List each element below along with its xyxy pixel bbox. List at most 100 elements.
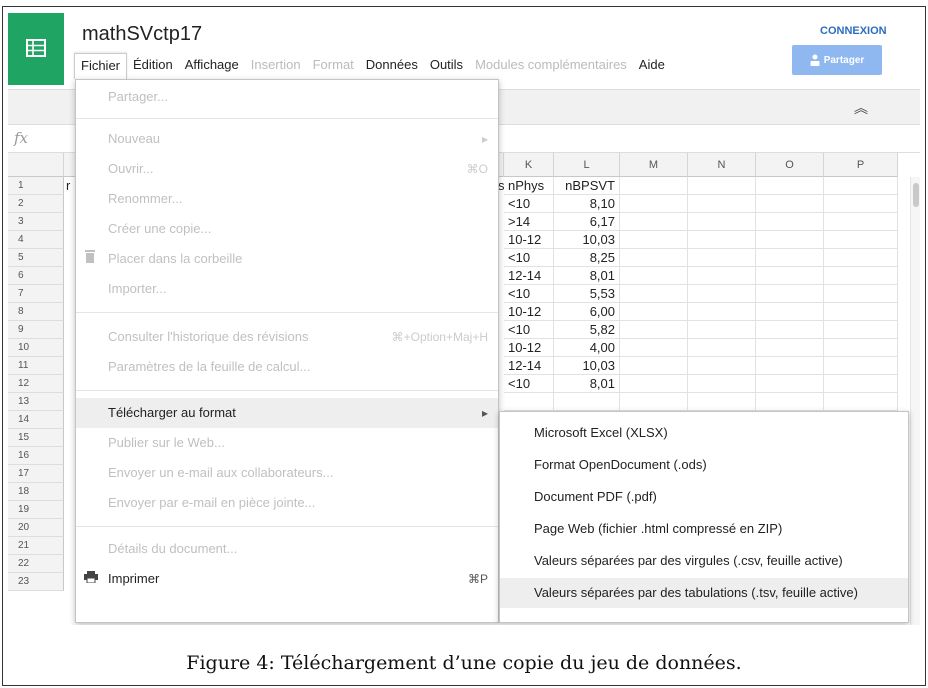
grid-cell[interactable]: 8,01: [554, 267, 620, 285]
row-header[interactable]: 7: [8, 285, 64, 303]
grid-cell[interactable]: [824, 213, 898, 231]
grid-cell[interactable]: [688, 249, 756, 267]
grid-cell[interactable]: [756, 213, 824, 231]
row-header[interactable]: 10: [8, 339, 64, 357]
grid-cell[interactable]: 6,00: [554, 303, 620, 321]
grid-cell[interactable]: [756, 393, 824, 411]
grid-cell[interactable]: nPhys: [504, 177, 554, 195]
grid-cell[interactable]: [824, 357, 898, 375]
grid-cell[interactable]: [824, 231, 898, 249]
grid-cell[interactable]: [688, 375, 756, 393]
menu-item-print[interactable]: Imprimer ⌘P: [76, 564, 498, 594]
menu-insertion[interactable]: Insertion: [245, 53, 307, 79]
grid-cell[interactable]: 10-12: [504, 231, 554, 249]
grid-cell[interactable]: [756, 375, 824, 393]
row-header[interactable]: 9: [8, 321, 64, 339]
grid-cell[interactable]: >14: [504, 213, 554, 231]
grid-cell[interactable]: [824, 303, 898, 321]
grid-cell[interactable]: [620, 213, 688, 231]
row-header[interactable]: 6: [8, 267, 64, 285]
row-header[interactable]: 19: [8, 501, 64, 519]
grid-cell[interactable]: [554, 393, 620, 411]
row-header[interactable]: 20: [8, 519, 64, 537]
grid-cell[interactable]: [756, 339, 824, 357]
menu-affichage[interactable]: Affichage: [179, 53, 245, 79]
row-header[interactable]: 3: [8, 213, 64, 231]
grid-cell[interactable]: <10: [504, 375, 554, 393]
row-header[interactable]: 5: [8, 249, 64, 267]
column-header-m[interactable]: M: [620, 153, 688, 177]
menu-item-copy[interactable]: Créer une copie...: [76, 214, 498, 244]
row-header[interactable]: 14: [8, 411, 64, 429]
column-header-o[interactable]: O: [756, 153, 824, 177]
grid-cell[interactable]: 10,03: [554, 357, 620, 375]
grid-cell[interactable]: [756, 357, 824, 375]
grid-cell[interactable]: [688, 339, 756, 357]
grid-cell[interactable]: <10: [504, 321, 554, 339]
grid-cell[interactable]: [620, 357, 688, 375]
row-header[interactable]: 11: [8, 357, 64, 375]
menu-item-email-attachment[interactable]: Envoyer par e-mail en pièce jointe...: [76, 488, 498, 518]
menu-fichier[interactable]: Fichier: [74, 53, 128, 79]
menu-donnees[interactable]: Données: [360, 53, 424, 79]
select-all-corner[interactable]: [8, 153, 64, 177]
grid-cell[interactable]: <10: [504, 195, 554, 213]
menu-item-import[interactable]: Importer...: [76, 274, 498, 304]
download-xlsx[interactable]: Microsoft Excel (XLSX): [500, 418, 908, 448]
grid-cell[interactable]: [688, 303, 756, 321]
grid-cell[interactable]: [688, 231, 756, 249]
row-header[interactable]: 17: [8, 465, 64, 483]
grid-cell[interactable]: [620, 393, 688, 411]
grid-cell[interactable]: [620, 177, 688, 195]
grid-cell[interactable]: [756, 231, 824, 249]
grid-cell[interactable]: [688, 267, 756, 285]
column-header-n[interactable]: N: [688, 153, 756, 177]
menu-item-email-collaborators[interactable]: Envoyer un e-mail aux collaborateurs...: [76, 458, 498, 488]
collapse-icon[interactable]: ︽: [854, 98, 868, 118]
scrollbar-thumb[interactable]: [913, 183, 919, 207]
grid-cell[interactable]: 12-14: [504, 267, 554, 285]
row-header[interactable]: 12: [8, 375, 64, 393]
row-header[interactable]: 8: [8, 303, 64, 321]
grid-cell[interactable]: [688, 393, 756, 411]
grid-cell[interactable]: [756, 285, 824, 303]
row-header[interactable]: 18: [8, 483, 64, 501]
grid-cell[interactable]: [620, 339, 688, 357]
column-header-p[interactable]: P: [824, 153, 898, 177]
grid-cell[interactable]: 8,10: [554, 195, 620, 213]
download-pdf[interactable]: Document PDF (.pdf): [500, 482, 908, 512]
grid-cell[interactable]: [620, 249, 688, 267]
grid-cell[interactable]: 6,17: [554, 213, 620, 231]
grid-cell[interactable]: 5,82: [554, 321, 620, 339]
menu-item-settings[interactable]: Paramètres de la feuille de calcul...: [76, 352, 498, 382]
grid-cell[interactable]: [824, 339, 898, 357]
grid-cell[interactable]: [756, 321, 824, 339]
grid-cell[interactable]: 10,03: [554, 231, 620, 249]
menu-item-share[interactable]: Partager...: [76, 82, 498, 112]
menu-aide[interactable]: Aide: [633, 53, 671, 79]
grid-cell[interactable]: [824, 267, 898, 285]
grid-cell[interactable]: 10-12: [504, 303, 554, 321]
grid-cell[interactable]: [756, 195, 824, 213]
grid-cell[interactable]: nBPSVT: [554, 177, 620, 195]
grid-cell[interactable]: [824, 285, 898, 303]
menu-item-download[interactable]: Télécharger au format ▸: [76, 398, 498, 428]
grid-cell[interactable]: 12-14: [504, 357, 554, 375]
download-html-zip[interactable]: Page Web (fichier .html compressé en ZIP…: [500, 514, 908, 544]
column-header-l[interactable]: L: [554, 153, 620, 177]
menu-item-history[interactable]: Consulter l'historique des révisions ⌘+Op…: [76, 322, 498, 352]
grid-cell[interactable]: [620, 195, 688, 213]
download-tsv[interactable]: Valeurs séparées par des tabulations (.t…: [500, 578, 908, 608]
grid-cell[interactable]: [688, 213, 756, 231]
download-csv[interactable]: Valeurs séparées par des virgules (.csv,…: [500, 546, 908, 576]
menu-edition[interactable]: Édition: [127, 53, 179, 79]
grid-cell[interactable]: [620, 375, 688, 393]
row-header[interactable]: 4: [8, 231, 64, 249]
grid-cell[interactable]: [620, 267, 688, 285]
grid-cell[interactable]: [824, 321, 898, 339]
row-header[interactable]: 23: [8, 573, 64, 591]
row-header[interactable]: 22: [8, 555, 64, 573]
grid-cell[interactable]: [688, 195, 756, 213]
grid-cell[interactable]: 8,25: [554, 249, 620, 267]
row-header[interactable]: 13: [8, 393, 64, 411]
